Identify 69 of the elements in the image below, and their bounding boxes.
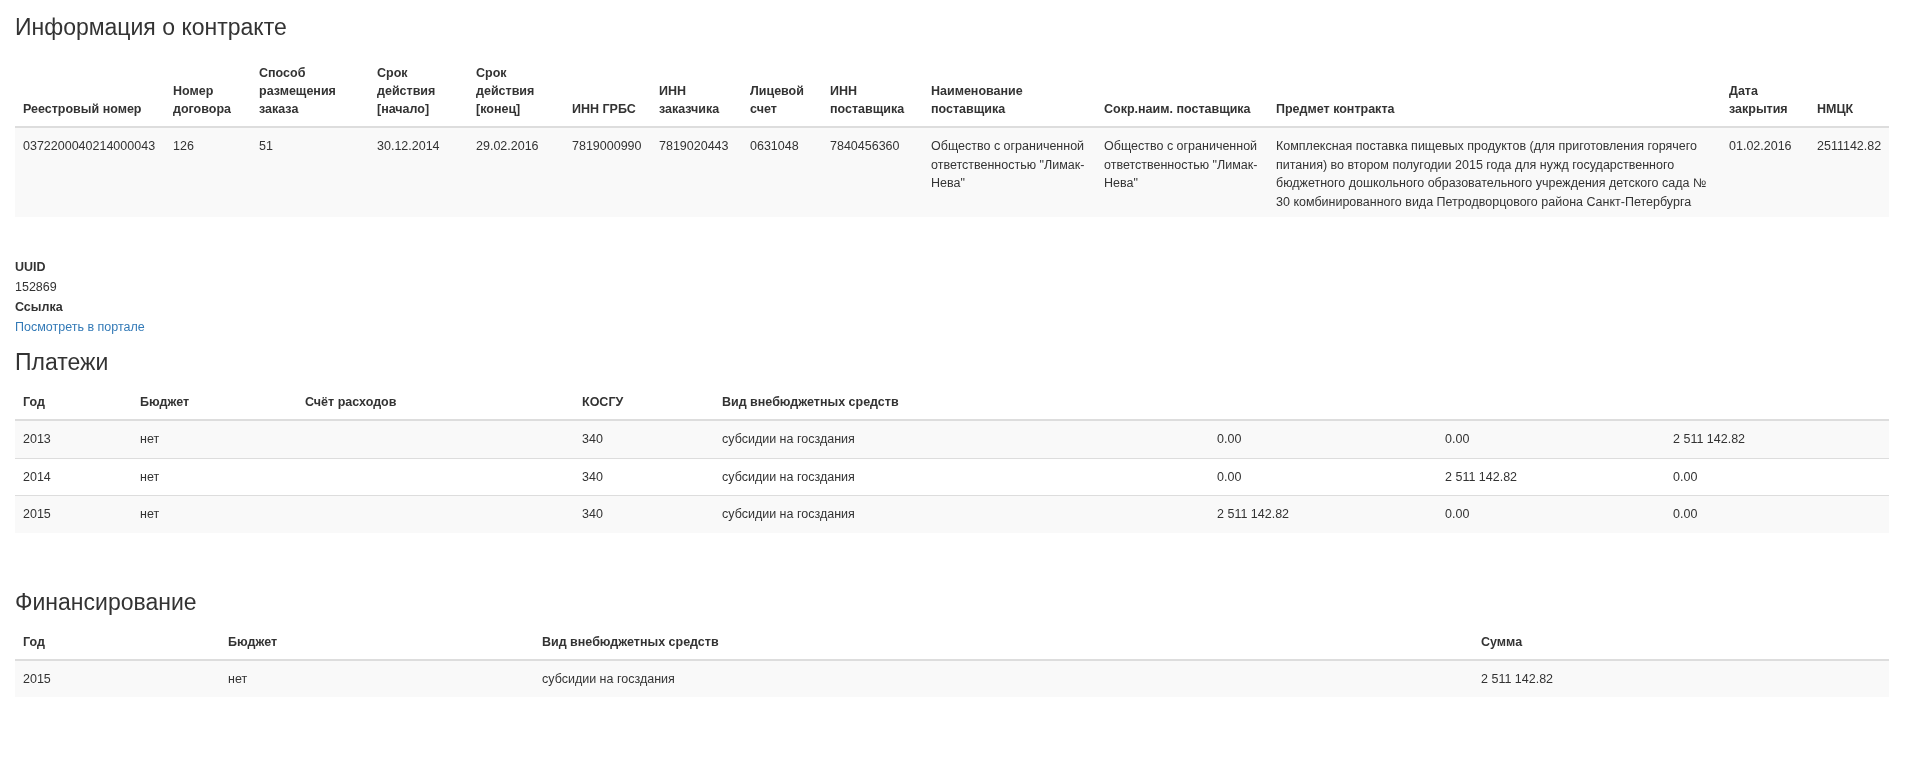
table-cell: нет bbox=[140, 469, 160, 484]
column-header: Способ размещения заказа bbox=[259, 66, 336, 116]
column-header: Срок действия [конец] bbox=[476, 66, 535, 116]
table-cell: 0.00 bbox=[1217, 469, 1242, 484]
table-cell: субсидии на госздания bbox=[722, 507, 855, 521]
table-cell: 2 511 142.82 bbox=[1217, 507, 1290, 521]
column-header: Наименование поставщика bbox=[931, 84, 1023, 116]
table-cell: 340 bbox=[582, 469, 603, 484]
column-header: Реестровый номер bbox=[23, 102, 142, 116]
table-cell: 51 bbox=[259, 139, 273, 153]
table-cell: 0.00 bbox=[1445, 507, 1470, 521]
column-header: Счёт расходов bbox=[305, 395, 397, 409]
table-cell: субсидии на госздания bbox=[722, 432, 855, 446]
table-cell: Общество с ограниченной ответственностью "Лимак-Нева" bbox=[1104, 139, 1258, 190]
column-header: Лицевой счет bbox=[750, 84, 804, 116]
field-label: Ссылка bbox=[15, 299, 64, 316]
portal-link[interactable]: Посмотреть в портале bbox=[15, 320, 145, 334]
table-cell: 7840456360 bbox=[830, 139, 900, 153]
table-cell: 0.00 bbox=[1217, 432, 1242, 446]
field-label: UUID bbox=[15, 259, 47, 276]
column-header: Номер договора bbox=[173, 84, 231, 116]
section-title: Информация о контракте bbox=[15, 13, 288, 42]
table-cell: нет bbox=[140, 432, 160, 446]
table-cell: 2015 bbox=[23, 671, 51, 686]
table-cell: 30.12.2014 bbox=[377, 139, 440, 153]
table-cell: субсидии на госздания bbox=[542, 671, 675, 686]
column-header: Год bbox=[23, 634, 45, 649]
table-cell: 7819000990 bbox=[572, 139, 642, 153]
column-header: Вид внебюджетных средств bbox=[722, 395, 899, 409]
table-cell: 2 511 142.82 bbox=[1445, 469, 1518, 484]
table-cell: субсидии на госздания bbox=[722, 469, 855, 484]
table-cell: 01.02.2016 bbox=[1729, 139, 1792, 153]
table-cell: нет bbox=[140, 507, 160, 521]
column-header: ИНН ГРБС bbox=[572, 102, 636, 116]
column-header: Год bbox=[23, 395, 45, 409]
table-cell: 0.00 bbox=[1673, 469, 1698, 484]
table-cell: 0.00 bbox=[1673, 507, 1698, 521]
table-cell: 2015 bbox=[23, 507, 51, 521]
table-cell: 126 bbox=[173, 139, 194, 153]
column-header: ИНН заказчика bbox=[659, 84, 720, 116]
table-cell: Комплексная поставка пищевых продуктов (для приготовления горячего питания) во втором полугодии 2015 года для нужд государственного бюджетного дошкольного образовательного учреждения детского сада № 30 комбинированного вида Петродворцового района Санкт-Петербурга bbox=[1276, 139, 1707, 209]
table-cell: 2014 bbox=[23, 469, 51, 484]
column-header: Бюджет bbox=[140, 395, 190, 409]
table-cell: 340 bbox=[582, 507, 603, 521]
table-cell: 2013 bbox=[23, 432, 51, 446]
column-header: Предмет контракта bbox=[1276, 102, 1395, 116]
table-cell: 0372200040214000043 bbox=[23, 139, 156, 153]
field-value: 152869 bbox=[15, 279, 58, 296]
column-header: КОСГУ bbox=[582, 395, 624, 409]
table-cell: нет bbox=[228, 671, 248, 686]
table-cell: 0631048 bbox=[750, 139, 799, 153]
column-header: Срок действия [начало] bbox=[377, 66, 436, 116]
section-title: Финансирование bbox=[15, 587, 198, 617]
column-header: Вид внебюджетных средств bbox=[542, 634, 719, 649]
table-cell: 0.00 bbox=[1445, 432, 1470, 446]
table-cell: 340 bbox=[582, 432, 603, 446]
table-cell: 2 511 142.82 bbox=[1481, 671, 1554, 686]
table-cell: 2 511 142.82 bbox=[1673, 432, 1746, 446]
column-header: ИНН поставщика bbox=[830, 84, 905, 116]
column-header: Бюджет bbox=[228, 634, 278, 649]
column-header: Дата закрытия bbox=[1729, 84, 1788, 116]
table-cell: 29.02.2016 bbox=[476, 139, 539, 153]
column-header: Сокр.наим. поставщика bbox=[1104, 102, 1251, 116]
column-header: НМЦК bbox=[1817, 102, 1854, 116]
table-cell: 2511142.82 bbox=[1817, 139, 1882, 153]
table-cell: Общество с ограниченной ответственностью "Лимак-Нева" bbox=[931, 139, 1085, 190]
column-header: Сумма bbox=[1481, 634, 1523, 649]
section-title: Платежи bbox=[15, 348, 110, 377]
table-cell: 7819020443 bbox=[659, 139, 729, 153]
